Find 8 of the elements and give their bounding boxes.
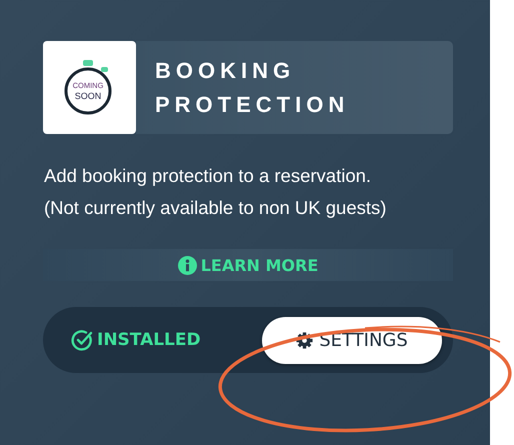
check-circle-icon bbox=[71, 329, 93, 351]
card-title: BOOKING PROTECTION bbox=[155, 56, 350, 118]
installed-status: INSTALLED bbox=[71, 329, 201, 351]
info-icon bbox=[178, 256, 197, 274]
description: Add booking protection to a reservation. (Not currently available to non UK guests) bbox=[44, 164, 388, 220]
stopwatch-icon bbox=[64, 60, 111, 114]
gear-icon bbox=[296, 332, 314, 348]
logo-text: SOON bbox=[74, 90, 101, 100]
